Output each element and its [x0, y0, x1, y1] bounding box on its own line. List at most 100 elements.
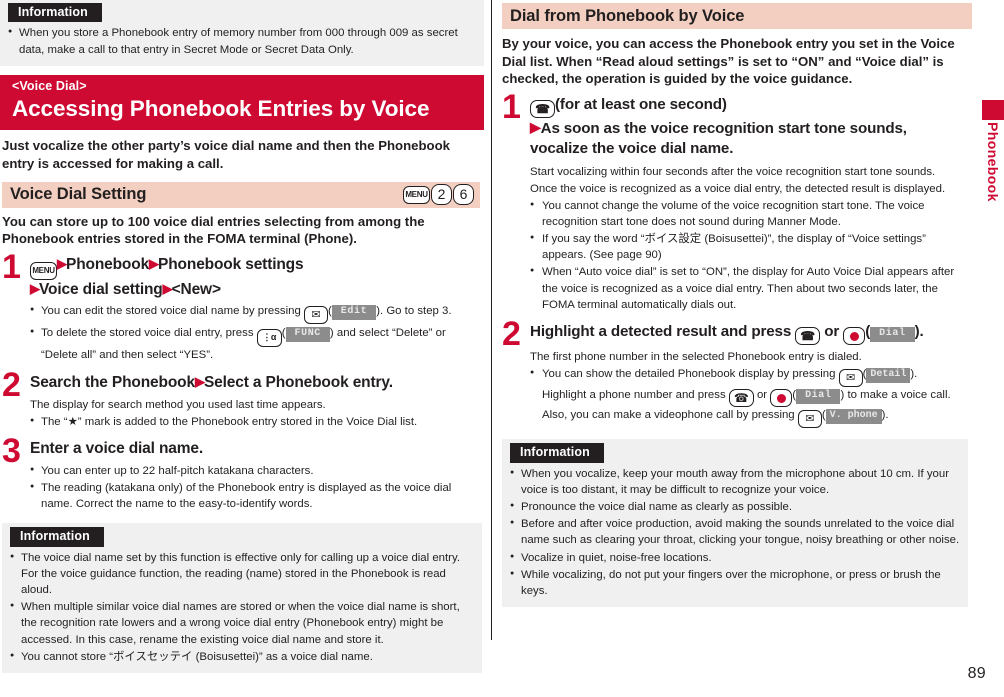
list-item: The voice dial name set by this function… — [10, 550, 474, 599]
numeric-key-2-icon: 2 — [431, 184, 452, 206]
step-heading: Search the Phonebook▶Select a Phonebook … — [30, 373, 480, 393]
bullet-line2-post: ) to make a voice call. — [840, 389, 951, 402]
bullet-text-post: ). Go to step 3. — [376, 305, 452, 318]
step-head-line2: As soon as the voice recognition start t… — [540, 119, 907, 137]
softkey-label-func: FUNC — [285, 327, 330, 342]
manual-page: Information When you store a Phonebook e… — [0, 0, 1004, 697]
list-item: When you vocalize, keep your mouth away … — [510, 466, 960, 498]
left-column: Information When you store a Phonebook e… — [0, 0, 484, 673]
step-2: 2 Highlight a detected result and press … — [502, 317, 972, 429]
shortcut-keys: MENU 2 6 — [403, 184, 474, 206]
step-target-2: Select a Phonebook entry. — [203, 373, 393, 391]
step-head-line3: vocalize the voice dial name. — [530, 140, 734, 157]
step-3: 3 Enter a voice dial name. You can enter… — [2, 434, 480, 513]
list-item: While vocalizing, do not put your finger… — [510, 567, 960, 599]
step-number: 1 — [502, 87, 521, 126]
call-key-icon: ☎ — [728, 389, 754, 408]
softkey-label-detail: Detail — [866, 368, 911, 383]
subsection-intro: By your voice, you can access the Phoneb… — [502, 36, 955, 87]
information-block: Information When you vocalize, keep your… — [502, 439, 968, 608]
step-2: 2 Search the Phonebook▶Select a Phoneboo… — [2, 368, 480, 430]
information-list: When you store a Phonebook entry of memo… — [8, 25, 476, 57]
step-head-or: or — [820, 323, 844, 341]
bullet-line1-post: ). — [910, 368, 918, 381]
menu-key-icon: MENU — [30, 261, 57, 280]
mail-key-icon: ✉ — [797, 410, 822, 429]
bullet-text-pre: To delete the stored voice dial entry, p… — [41, 327, 257, 340]
thumb-tab-label: Phonebook — [985, 122, 1001, 202]
step-target-2: Phonebook settings — [158, 255, 304, 273]
softkey-label-videophone: V. phone — [825, 409, 882, 424]
bullet-line2-pre: Highlight a phone number and press — [542, 389, 729, 402]
step-bullets: You cannot change the volume of the voic… — [530, 198, 972, 313]
step-head-pre: Highlight a detected result and press — [530, 323, 796, 341]
arrow-icon: ▶ — [149, 255, 159, 271]
list-item: The reading (katakana only) of the Phone… — [30, 480, 480, 512]
section-title: Accessing Phonebook Entries by Voice — [12, 96, 430, 122]
list-item: You can show the detailed Phonebook disp… — [530, 366, 972, 429]
information-list: The voice dial name set by this function… — [10, 550, 474, 665]
subsection-title: Dial from Phonebook by Voice — [510, 6, 745, 25]
mail-key-icon: ✉ — [304, 306, 328, 325]
section-lead: Just vocalize the other party’s voice di… — [2, 138, 450, 172]
page-number: 89 — [967, 665, 986, 682]
arrow-icon: ▶ — [530, 118, 541, 135]
information-block-bottom: Information The voice dial name set by t… — [2, 523, 482, 673]
step-note: The first phone number in the selected P… — [530, 351, 862, 364]
subsection-header-dial-from-phonebook: Dial from Phonebook by Voice — [502, 3, 972, 29]
softkey-label-edit: Edit — [331, 305, 377, 320]
call-key-icon: ☎ — [530, 99, 555, 118]
ok-key-icon — [770, 389, 793, 408]
step-target-1: Phonebook — [66, 255, 150, 273]
list-item: Vocalize in quiet, noise-free locations. — [510, 550, 960, 566]
step-number: 2 — [502, 315, 521, 354]
function-key-icon: ⋮α — [256, 329, 282, 348]
list-item: Before and after voice production, avoid… — [510, 516, 960, 548]
softkey-label-dial: Dial — [870, 327, 915, 342]
step-head-suffix: (for at least one second) — [555, 95, 727, 113]
bullet-line2-or: or — [753, 389, 771, 402]
arrow-icon: ▶ — [162, 280, 173, 296]
section-kicker: <Voice Dial> — [12, 78, 87, 93]
step-bullets: You can enter up to 22 half-pitch kataka… — [30, 463, 480, 513]
step-number: 3 — [2, 431, 21, 470]
right-column: Dial from Phonebook by Voice By your voi… — [502, 0, 972, 608]
subsection-header-voice-dial-setting: Voice Dial Setting MENU 2 6 — [2, 181, 480, 208]
step-number: 1 — [2, 247, 21, 286]
softkey-label-dial: Dial — [796, 389, 841, 404]
step-1: 1 MENU ▶Phonebook▶Phonebook settings ▶Voi… — [2, 250, 480, 364]
step-target-3: Voice dial setting — [39, 280, 163, 298]
step-note-line2: Once the voice is recognized as a voice … — [530, 182, 946, 195]
information-heading: Information — [510, 443, 604, 463]
step-heading: Highlight a detected result and press ☎ … — [530, 323, 924, 346]
information-heading: Information — [10, 527, 104, 547]
bullet-text-pre: You can edit the stored voice dial name … — [41, 305, 304, 318]
step-bullets: You can edit the stored voice dial name … — [30, 303, 480, 363]
thumb-tab-marker — [982, 100, 1004, 120]
step-note-line1: Start vocalizing within four seconds aft… — [530, 166, 936, 179]
mail-key-icon: ✉ — [838, 369, 863, 388]
step-head-post: ). — [914, 323, 924, 341]
call-key-icon: ☎ — [795, 327, 821, 346]
subsection-intro: You can store up to 100 voice dial entri… — [2, 213, 425, 247]
list-item: You can edit the stored voice dial name … — [30, 303, 480, 325]
section-banner: <Voice Dial> Accessing Phonebook Entries… — [0, 74, 484, 131]
step-heading: ☎ (for at least one second) ▶As soon as t… — [530, 95, 972, 160]
menu-key-icon: MENU — [403, 185, 430, 204]
chapter-thumb-tab: Phonebook — [982, 100, 1004, 240]
list-item: Pronounce the voice dial name as clearly… — [510, 499, 960, 515]
list-item: When you store a Phonebook entry of memo… — [8, 25, 476, 57]
list-item: When “Auto voice dial” is set to “ON”, t… — [530, 264, 972, 313]
arrow-icon: ▶ — [30, 280, 40, 296]
bullet-line3-pre: Also, you can make a videophone call by … — [542, 409, 798, 422]
step-heading: MENU ▶Phonebook▶Phonebook settings ▶Voice… — [30, 255, 480, 300]
subsection-title: Voice Dial Setting — [10, 185, 147, 204]
step-target-1: Search the Phonebook — [30, 373, 195, 391]
bullet-line3-post: ). — [881, 409, 889, 422]
list-item: When multiple similar voice dial names a… — [10, 599, 474, 648]
information-block-top: Information When you store a Phonebook e… — [0, 0, 484, 66]
step-number: 2 — [2, 365, 21, 404]
arrow-icon: ▶ — [194, 373, 205, 389]
list-item: You can enter up to 22 half-pitch kataka… — [30, 463, 480, 479]
step-heading: Enter a voice dial name. — [30, 439, 480, 459]
